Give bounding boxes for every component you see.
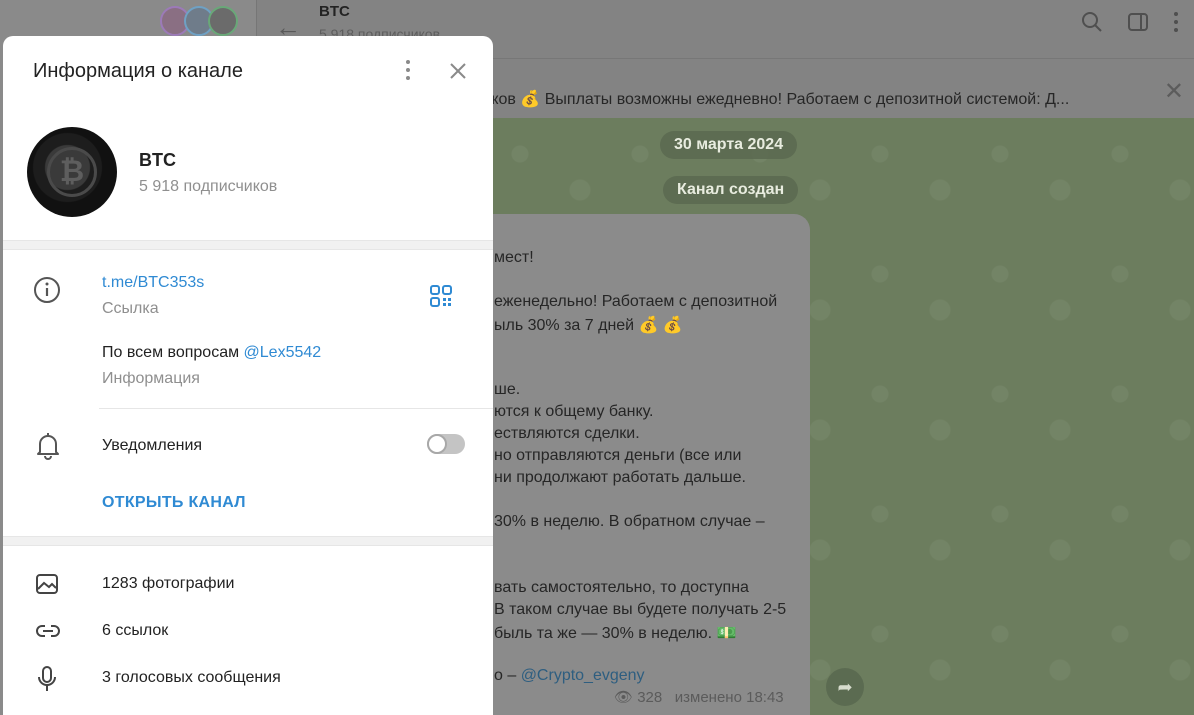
toggle-knob	[427, 434, 447, 454]
channel-profile: ₿ BTC 5 918 подписчиков	[3, 106, 493, 240]
view-count: 328	[637, 689, 663, 706]
more-vertical-icon[interactable]	[1172, 10, 1180, 34]
message-line: но отправляются деньги (все или	[494, 447, 742, 464]
channel-info-panel: Информация о канале ₿ BTC 5 918 подписчи…	[3, 36, 493, 715]
shared-photos-label: 1283 фотографии	[102, 575, 235, 592]
chat-header-title[interactable]: BTC	[319, 3, 350, 20]
message-mention-link[interactable]: @Crypto_evgeny	[521, 667, 645, 684]
bell-icon	[37, 433, 59, 460]
service-message: Канал создан	[663, 176, 799, 204]
channel-link-label: Ссылка	[102, 300, 159, 317]
message-line: еженедельно! Работаем с депозитной	[494, 293, 778, 310]
channel-info-section: t.me/BTC353s Ссылка По всем вопросам @Le…	[3, 250, 493, 536]
link-icon	[36, 625, 60, 637]
message-line: мест!	[494, 249, 534, 266]
shared-voice-label: 3 голосовых сообщения	[102, 669, 281, 686]
message-meta: 👁 328 изменено 18:43	[614, 688, 784, 706]
pinned-message-text: чков 💰 Выплаты возможны ежедневно! Работ…	[483, 91, 1070, 108]
description-mention-link[interactable]: @Lex5542	[244, 344, 322, 361]
qr-code-icon[interactable]	[429, 284, 453, 308]
channel-avatar[interactable]: ₿	[27, 127, 117, 217]
channel-description-label: Информация	[102, 370, 200, 387]
row-divider	[99, 408, 493, 409]
shared-links-row[interactable]: 6 ссылок	[3, 607, 493, 654]
close-icon[interactable]: ✕	[1164, 77, 1184, 106]
section-divider	[3, 240, 493, 250]
message-line: ыль 30% за 7 дней 💰 💰	[494, 317, 683, 334]
message-line: о – @Crypto_evgeny	[494, 667, 645, 685]
panel-title: Информация о канале	[33, 60, 243, 82]
section-divider	[3, 536, 493, 546]
notifications-label: Уведомления	[102, 437, 203, 454]
sidebar-toggle-icon[interactable]	[1126, 10, 1150, 34]
more-vertical-icon[interactable]	[396, 56, 420, 86]
date-pill: 30 марта 2024	[660, 131, 798, 159]
message-line: ествляются сделки.	[494, 425, 640, 442]
message-line: ше.	[494, 381, 521, 398]
close-icon[interactable]	[443, 56, 473, 86]
message-line: ются к общему банку.	[494, 403, 654, 420]
message-line: В таком случае вы будете получать 2-5	[494, 601, 787, 618]
channel-description: По всем вопросам @Lex5542	[102, 344, 321, 362]
shared-media-section: 1283 фотографии 6 ссылок 3 голосовых соо…	[3, 546, 493, 701]
bitcoin-icon: ₿	[47, 147, 97, 197]
message-line: ни продолжают работать дальше.	[494, 469, 746, 486]
panel-header: Информация о канале	[3, 36, 493, 106]
notifications-toggle[interactable]	[427, 434, 465, 454]
message-line: быль та же — 30% в неделю. 💵	[494, 625, 737, 642]
channel-name: BTC	[139, 150, 176, 170]
message-line: 30% в неделю. В обратном случае –	[494, 513, 765, 530]
story-avatar[interactable]	[208, 6, 238, 36]
photo-icon	[36, 574, 58, 594]
description-text: По всем вопросам	[102, 344, 244, 361]
share-icon[interactable]: ➦	[826, 668, 864, 706]
open-channel-button[interactable]: ОТКРЫТЬ КАНАЛ	[102, 494, 246, 512]
message-line: вать самостоятельно, то доступна	[494, 579, 749, 596]
info-icon	[34, 277, 60, 303]
stories-avatars[interactable]	[160, 6, 238, 36]
channel-link[interactable]: t.me/BTC353s	[102, 274, 204, 292]
shared-voice-row[interactable]: 3 голосовых сообщения	[3, 654, 493, 701]
search-icon[interactable]	[1080, 10, 1104, 34]
microphone-icon	[38, 666, 56, 691]
edited-time: изменено 18:43	[674, 689, 784, 706]
message-author-prefix: о –	[494, 667, 521, 684]
eye-icon: 👁	[614, 689, 634, 706]
shared-photos-row[interactable]: 1283 фотографии	[3, 560, 493, 607]
subscriber-count: 5 918 подписчиков	[139, 178, 278, 195]
shared-links-label: 6 ссылок	[102, 622, 169, 639]
